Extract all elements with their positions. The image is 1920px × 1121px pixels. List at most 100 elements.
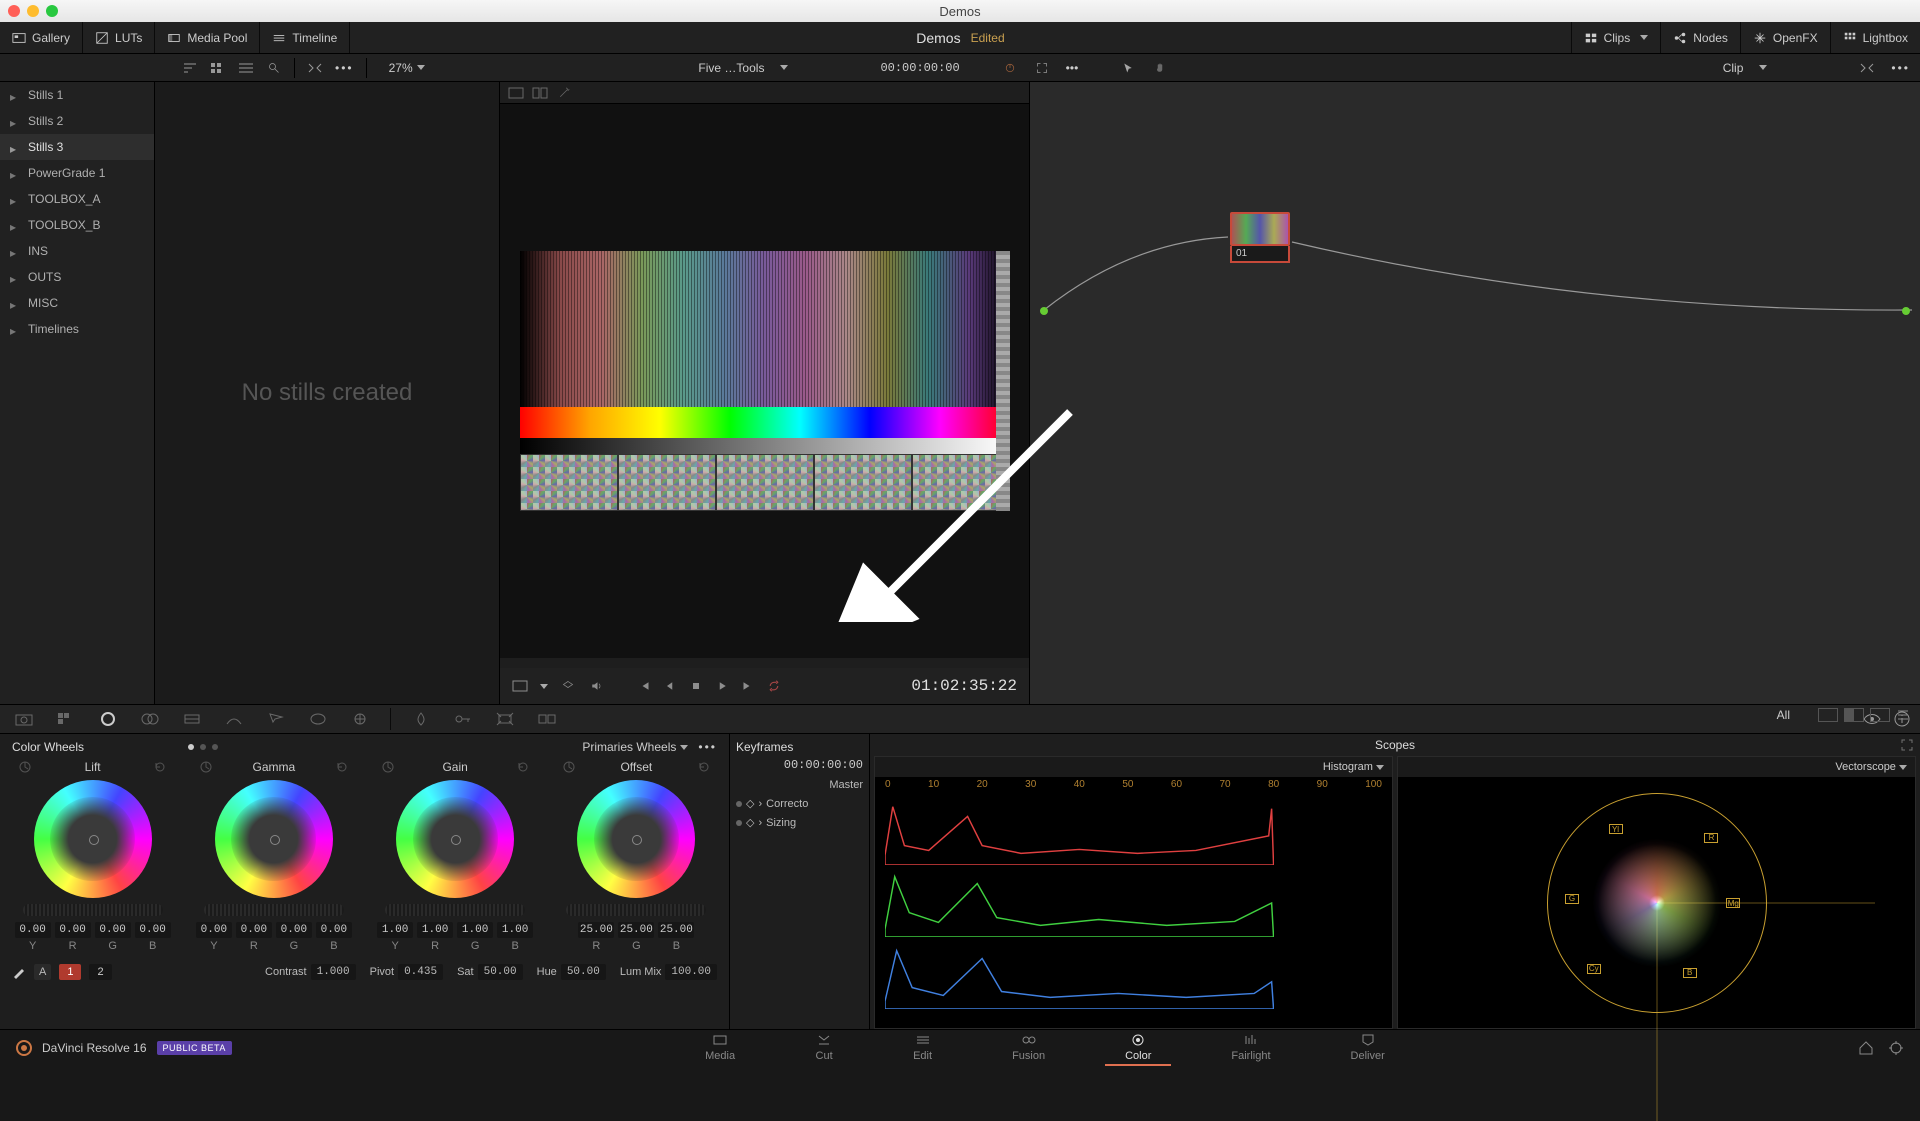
sizing-icon[interactable] xyxy=(491,708,519,730)
bypass-icon[interactable] xyxy=(1002,62,1018,74)
camera-raw-icon[interactable] xyxy=(10,708,38,730)
mediapool-tab[interactable]: Media Pool xyxy=(155,22,260,53)
sat-field[interactable]: Sat50.00 xyxy=(457,964,523,980)
color-node[interactable]: 01 xyxy=(1230,212,1290,263)
page-tab-color[interactable]: Color xyxy=(1105,1030,1171,1066)
stop-icon[interactable] xyxy=(688,680,704,692)
split-view-icon[interactable] xyxy=(532,87,548,99)
mac-minimize[interactable] xyxy=(27,5,39,17)
lummix-field[interactable]: Lum Mix100.00 xyxy=(620,964,717,980)
jog-wheel[interactable] xyxy=(204,904,344,916)
picker-icon[interactable] xyxy=(381,760,395,774)
wheel-value[interactable]: 0.00 xyxy=(236,922,272,938)
gallery-item[interactable]: ▸TOOLBOX_B xyxy=(0,212,154,238)
scope-settings-icon[interactable] xyxy=(1896,708,1910,722)
gallery-item[interactable]: ▸Stills 3 xyxy=(0,134,154,160)
primaries-mode[interactable]: Primaries Wheels ••• xyxy=(582,740,717,754)
wheel-value[interactable]: 0.00 xyxy=(55,922,91,938)
jog-wheel[interactable] xyxy=(385,904,525,916)
clip-mode[interactable]: Clip xyxy=(1723,61,1744,75)
wheel-value[interactable]: 25.00 xyxy=(578,922,614,938)
single-view-icon[interactable] xyxy=(508,87,524,99)
hue-field[interactable]: Hue50.00 xyxy=(537,964,606,980)
contrast-field[interactable]: Contrast1.000 xyxy=(265,964,356,980)
auto-balance-icon[interactable]: A xyxy=(34,964,51,980)
page-tab-media[interactable]: Media xyxy=(685,1030,755,1066)
magic-wand-icon[interactable] xyxy=(556,87,572,99)
clip-name[interactable]: Five …Tools xyxy=(698,61,764,75)
reset-icon[interactable] xyxy=(335,760,349,774)
search-icon[interactable] xyxy=(266,62,282,74)
page-2-btn[interactable]: 2 xyxy=(89,964,111,980)
wheel-value[interactable]: 0.00 xyxy=(196,922,232,938)
zoom-level[interactable]: 27% xyxy=(389,61,425,75)
scopes-expand-icon[interactable] xyxy=(1900,738,1914,752)
openfx-tab[interactable]: OpenFX xyxy=(1740,22,1830,53)
mac-zoom[interactable] xyxy=(46,5,58,17)
more-icon-2[interactable]: ••• xyxy=(1066,61,1079,75)
kf-all[interactable]: All xyxy=(1777,708,1790,722)
grid-view-icon[interactable] xyxy=(210,62,226,74)
kf-master[interactable]: Master xyxy=(829,779,863,791)
gallery-item[interactable]: ▸INS xyxy=(0,238,154,264)
graph-input[interactable] xyxy=(1040,307,1048,315)
pivot-field[interactable]: Pivot0.435 xyxy=(370,964,443,980)
stereo-icon[interactable] xyxy=(533,708,561,730)
list-view-icon[interactable] xyxy=(238,62,254,74)
timeline-tab[interactable]: Timeline xyxy=(260,22,350,53)
wheel-value[interactable]: 1.00 xyxy=(377,922,413,938)
page-tab-deliver[interactable]: Deliver xyxy=(1331,1030,1405,1066)
color-wheel[interactable] xyxy=(215,780,333,898)
hand-tool-icon[interactable] xyxy=(1152,62,1168,74)
reset-icon[interactable] xyxy=(516,760,530,774)
clips-tab[interactable]: Clips xyxy=(1571,22,1661,53)
picker-icon[interactable] xyxy=(18,760,32,774)
key-icon[interactable] xyxy=(449,708,477,730)
wheel-value[interactable]: 0.00 xyxy=(276,922,312,938)
play-icon[interactable] xyxy=(714,680,730,692)
fullscreen-icon[interactable] xyxy=(1034,62,1050,74)
page-tab-fairlight[interactable]: Fairlight xyxy=(1211,1030,1290,1066)
tracking-icon[interactable] xyxy=(346,708,374,730)
viewer-canvas[interactable] xyxy=(500,104,1029,658)
picker-icon[interactable] xyxy=(12,965,26,979)
color-wheel[interactable] xyxy=(396,780,514,898)
viewer-scrubber[interactable] xyxy=(500,658,1029,668)
histogram-label[interactable]: Histogram xyxy=(1323,761,1384,773)
node-graph[interactable]: 01 xyxy=(1030,82,1920,704)
gallery-item[interactable]: ▸TOOLBOX_A xyxy=(0,186,154,212)
page-tab-fusion[interactable]: Fusion xyxy=(992,1030,1065,1066)
picker-icon[interactable] xyxy=(562,760,576,774)
color-wheel[interactable] xyxy=(577,780,695,898)
wheel-page-dots[interactable] xyxy=(188,744,218,750)
more-icon[interactable]: ••• xyxy=(335,61,354,75)
node-more-icon[interactable]: ••• xyxy=(1891,61,1910,75)
motion-effects-icon[interactable] xyxy=(178,708,206,730)
reset-icon[interactable] xyxy=(697,760,711,774)
luts-tab[interactable]: LUTs xyxy=(83,22,155,53)
page-tab-cut[interactable]: Cut xyxy=(795,1030,853,1066)
scope-layout-buttons[interactable] xyxy=(1818,708,1910,722)
wheel-value[interactable]: 25.00 xyxy=(658,922,694,938)
gallery-item[interactable]: ▸Timelines xyxy=(0,316,154,342)
wheel-value[interactable]: 1.00 xyxy=(417,922,453,938)
reset-icon[interactable] xyxy=(153,760,167,774)
gallery-item[interactable]: ▸MISC xyxy=(0,290,154,316)
wheel-value[interactable]: 25.00 xyxy=(618,922,654,938)
nodes-tab[interactable]: Nodes xyxy=(1660,22,1740,53)
qualifier-icon[interactable] xyxy=(262,708,290,730)
page-tab-edit[interactable]: Edit xyxy=(893,1030,952,1066)
rgb-mixer-icon[interactable] xyxy=(136,708,164,730)
curves-icon[interactable] xyxy=(220,708,248,730)
mac-close[interactable] xyxy=(8,5,20,17)
kf-track[interactable]: ◇›Sizing xyxy=(736,813,863,832)
picker-icon[interactable] xyxy=(199,760,213,774)
jog-wheel[interactable] xyxy=(566,904,706,916)
arrow-tool-icon[interactable] xyxy=(1120,62,1136,74)
graph-output[interactable] xyxy=(1902,307,1910,315)
window-icon[interactable] xyxy=(304,708,332,730)
prev-clip-icon[interactable] xyxy=(636,680,652,692)
wheel-value[interactable]: 0.00 xyxy=(135,922,171,938)
sort-icon[interactable] xyxy=(182,62,198,74)
color-match-icon[interactable] xyxy=(52,708,80,730)
